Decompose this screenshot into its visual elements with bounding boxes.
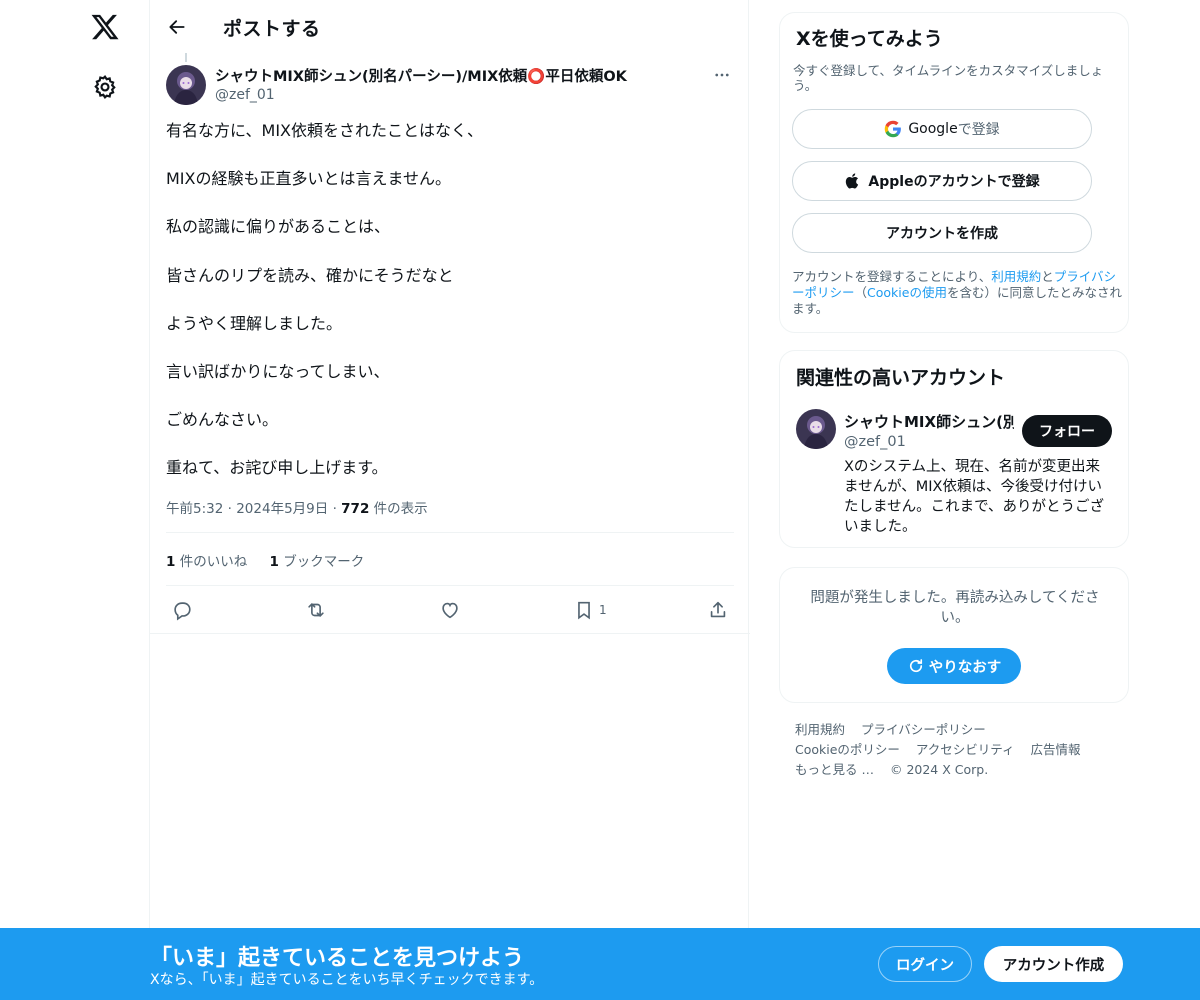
views-label: 件の表示 xyxy=(373,501,428,517)
retry-label: やりなおす xyxy=(928,659,1002,676)
footer-privacy-link[interactable]: プライバシーポリシー xyxy=(861,722,986,737)
signup-button[interactable]: アカウント作成 xyxy=(984,946,1123,982)
post-header: ポストする xyxy=(150,0,750,53)
signup-banner: 「いま」起きていることを見つけよう Xなら、「いま」起きていることをいち早くチェ… xyxy=(0,928,1200,1000)
related-account-handle[interactable]: @zef_01 xyxy=(844,434,906,450)
post-line: MIXの経験も正直多いとは言えません。 xyxy=(166,169,452,189)
post-line: ごめんなさい。 xyxy=(166,410,279,430)
apple-icon xyxy=(846,173,859,189)
apple-signup-button[interactable]: Appleのアカウントで登録 xyxy=(792,161,1092,201)
post-line: 言い訳ばかりになってしまい、 xyxy=(166,361,390,381)
left-nav xyxy=(0,0,150,1000)
footer-cookie-link[interactable]: Cookieのポリシー xyxy=(795,742,900,757)
related-accounts-card: 関連性の高いアカウント シャウトMIX師シュン(別名パーシー)/MIX依頼⭕平日… xyxy=(779,350,1129,548)
views-count: 772 xyxy=(341,501,370,517)
retry-button[interactable]: やりなおす xyxy=(887,648,1021,684)
bookmarks-count: 1 xyxy=(269,554,279,570)
post-date[interactable]: 2024年5月9日 xyxy=(236,501,328,517)
create-account-button[interactable]: アカウントを作成 xyxy=(792,213,1092,253)
bookmark-button[interactable]: 1 xyxy=(573,596,607,624)
google-brand: Google xyxy=(908,121,958,137)
avatar[interactable] xyxy=(166,65,206,105)
repost-button[interactable] xyxy=(305,596,327,624)
post-line: 皆さんのリプを読み、確かにそうだなと xyxy=(166,265,454,285)
post-text: 有名な方に、MIX依頼をされたことはなく、 MIXの経験も正直多いとは言えません… xyxy=(166,119,734,505)
cookie-link[interactable]: Cookieの使用 xyxy=(867,285,947,300)
action-bar: 1 xyxy=(150,596,750,624)
post-line: ようやく理解しました。 xyxy=(166,313,343,333)
login-button[interactable]: ログイン xyxy=(878,946,972,982)
banner-title: 「いま」起きていることを見つけよう xyxy=(150,946,525,971)
share-button[interactable] xyxy=(707,596,729,624)
related-account-name[interactable]: シャウトMIX師シュン(別名パーシー)/MIX依頼⭕平日依頼OK xyxy=(844,411,1014,432)
more-icon[interactable] xyxy=(710,64,734,86)
avatar[interactable] xyxy=(796,409,836,449)
post-line: 私の認識に偏りがあることは、 xyxy=(166,217,391,237)
divider xyxy=(150,633,750,634)
bookmarks-label: ブックマーク xyxy=(283,554,365,570)
post-time[interactable]: 午前5:32 xyxy=(166,501,223,517)
author-name[interactable]: シャウトMIX師シュン(別名パーシー)/MIX依頼⭕平日依頼OK xyxy=(215,65,627,86)
follow-button[interactable]: フォロー xyxy=(1022,415,1112,447)
main-column: ポストする シャウトMIX師シュン(別名パーシー)/MIX依頼⭕平日依頼OK @… xyxy=(149,0,750,1000)
footer-copyright: © 2024 X Corp. xyxy=(889,762,989,777)
thread-line xyxy=(185,53,187,62)
likes-count: 1 xyxy=(166,554,176,570)
footer-links: 利用規約 プライバシーポリシー Cookieのポリシー アクセシビリティ 広告情… xyxy=(795,720,1115,780)
footer-terms-link[interactable]: 利用規約 xyxy=(795,722,845,737)
google-signup-label: で登録 xyxy=(957,122,1000,138)
refresh-icon xyxy=(909,659,922,673)
legal-open-paren: （ xyxy=(854,285,868,300)
terms-link[interactable]: 利用規約 xyxy=(991,269,1041,284)
reply-button[interactable] xyxy=(171,596,193,624)
google-signup-button[interactable]: Google で登録 xyxy=(792,109,1092,149)
back-arrow-icon[interactable] xyxy=(164,14,190,40)
legal-prefix: アカウントを登録することにより、 xyxy=(792,269,992,284)
legal-and: と xyxy=(1041,269,1054,284)
post-meta: 午前5:32 · 2024年5月9日 · 772 件の表示 xyxy=(166,497,428,517)
settings-icon[interactable] xyxy=(92,74,118,100)
like-button[interactable] xyxy=(439,596,461,624)
related-card-title: 関連性の高いアカウント xyxy=(796,367,1006,389)
error-message: 問題が発生しました。再読み込みしてください。 xyxy=(810,590,1100,626)
apple-signup-label: Appleのアカウントで登録 xyxy=(868,174,1040,190)
banner-subtitle: Xなら、「いま」起きていることをいち早くチェックできます。 xyxy=(150,972,544,988)
footer-accessibility-link[interactable]: アクセシビリティ xyxy=(916,742,1015,757)
post-line: 有名な方に、MIX依頼をされたことはなく、 xyxy=(166,121,484,140)
reply-icon xyxy=(174,602,191,621)
error-card: 問題が発生しました。再読み込みしてください。 やりなおす xyxy=(779,567,1129,703)
signup-card: Xを使ってみよう 今すぐ登録して、タイムラインをカスタマイズしましょう。 Goo… xyxy=(779,12,1129,333)
related-account-bio: Xのシステム上、現在、名前が変更出来ませんが、MIX依頼は、今後受け付けいたしま… xyxy=(844,459,1104,535)
like-icon xyxy=(442,602,458,619)
footer-ads-link[interactable]: 広告情報 xyxy=(1031,742,1081,757)
footer-more-link[interactable]: もっと見る … xyxy=(795,762,874,777)
signup-card-subtitle: 今すぐ登録して、タイムラインをカスタマイズしましょう。 xyxy=(793,63,1104,93)
page-title: ポストする xyxy=(223,18,321,40)
create-account-label: アカウントを作成 xyxy=(886,226,998,242)
divider xyxy=(166,532,734,533)
repost-icon xyxy=(308,603,324,617)
divider xyxy=(166,585,734,586)
signup-card-title: Xを使ってみよう xyxy=(796,28,943,50)
legal-text: アカウントを登録することにより、利用規約とプライバシーポリシー（Cookieの使… xyxy=(792,269,1122,317)
google-icon xyxy=(885,120,902,138)
bookmark-icon xyxy=(578,601,590,620)
bookmark-count: 1 xyxy=(599,603,607,617)
x-logo-icon[interactable] xyxy=(90,12,120,42)
likes-label: 件のいいね xyxy=(179,554,248,570)
bookmarks-stat[interactable]: 1 ブックマーク xyxy=(270,550,365,570)
post-stats: 1 件のいいね 1 ブックマーク xyxy=(166,550,382,570)
author-handle[interactable]: @zef_01 xyxy=(215,87,275,103)
likes-stat[interactable]: 1 件のいいね xyxy=(166,550,247,570)
share-icon xyxy=(710,601,726,618)
